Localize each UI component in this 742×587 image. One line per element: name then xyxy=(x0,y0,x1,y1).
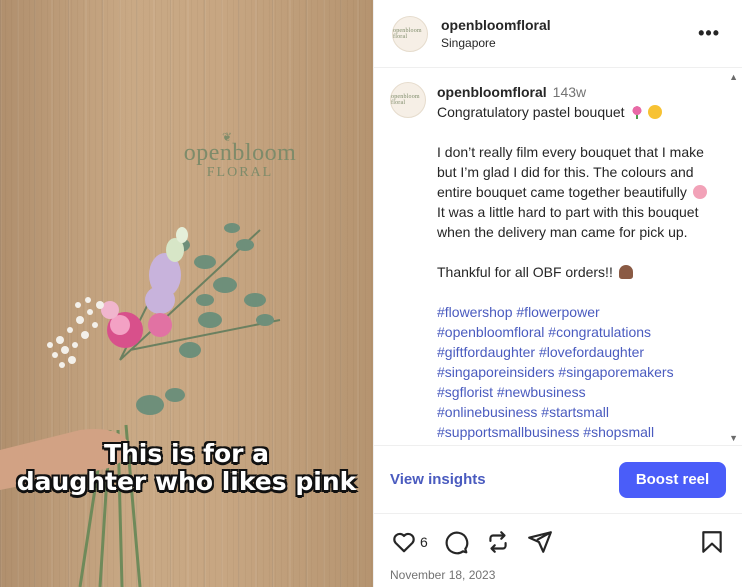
header-location[interactable]: Singapore xyxy=(441,36,694,50)
caption-time: 143w xyxy=(552,84,587,100)
comments-area[interactable]: ▲ openbloom floral openbloomfloral 143w C… xyxy=(374,68,742,445)
repost-icon[interactable] xyxy=(484,528,512,556)
heart-face-emoji xyxy=(692,185,707,199)
caption-overlay-line1: This is for a xyxy=(103,439,270,468)
caption-overlay-line2: daughter who likes pink xyxy=(16,467,357,496)
insights-bar: View insights Boost reel xyxy=(374,445,742,513)
instagram-post-view: ❦ openbloom FLORAL This is for a daughte… xyxy=(0,0,742,587)
more-icon[interactable]: ••• xyxy=(694,19,724,48)
hashtag-link[interactable]: #singaporemakers xyxy=(558,364,673,380)
scroll-down-icon[interactable]: ▼ xyxy=(729,433,738,443)
caption-paragraph1: I don’t really film every bouquet that I… xyxy=(437,144,704,200)
bouquet-illustration xyxy=(0,223,281,587)
hashtag-link[interactable]: #flowerpower xyxy=(516,304,599,320)
heart-icon[interactable] xyxy=(390,528,418,556)
hashtag-link[interactable]: #newbusiness xyxy=(497,384,586,400)
action-icon-row: 6 xyxy=(390,524,726,560)
reel-caption-overlay: This is for a daughter who likes pink xyxy=(0,440,373,496)
caption-body: openbloomfloral 143w Congratulatory paste… xyxy=(437,82,717,442)
hashtag-link[interactable]: #congratulations xyxy=(548,324,651,340)
avatar[interactable]: openbloom floral xyxy=(392,15,428,52)
hashtag-link[interactable]: #lovefordaughter xyxy=(539,344,644,360)
hashtag-link[interactable]: #giftfordaughter xyxy=(437,344,535,360)
caption-paragraph2: Thankful for all OBF orders!! xyxy=(437,264,613,280)
brown-heart-emoji xyxy=(618,265,633,279)
post-header: openbloom floral openbloomfloral Singapo… xyxy=(374,0,742,68)
post-date: November 18, 2023 xyxy=(390,568,496,582)
caption-title: Congratulatory pastel bouquet xyxy=(437,104,625,120)
scroll-up-icon[interactable]: ▲ xyxy=(729,72,738,82)
caption-text: Congratulatory pastel bouquet I don’t re… xyxy=(437,102,717,442)
comment-icon[interactable] xyxy=(442,528,470,556)
header-text: openbloomfloral Singapore xyxy=(441,17,694,50)
reel-media[interactable]: ❦ openbloom FLORAL This is for a daughte… xyxy=(0,0,373,587)
caption-username[interactable]: openbloomfloral xyxy=(437,84,547,100)
like-count[interactable]: 6 xyxy=(420,534,428,550)
post-footer: 6 November 18, 2023 xyxy=(374,513,742,587)
caption-paragraph1-end: It was a little hard to part with this b… xyxy=(437,204,699,240)
hashtag-link[interactable]: #onlinebusiness xyxy=(437,404,537,420)
avatar-text: openbloom floral xyxy=(393,27,422,40)
hashtag-link[interactable]: #startsmall xyxy=(541,404,609,420)
header-username[interactable]: openbloomfloral xyxy=(441,17,694,33)
hashtag-link[interactable]: #shopsmall xyxy=(583,424,654,440)
tulip-emoji xyxy=(630,105,645,119)
hashtag-link[interactable]: #sgflorist xyxy=(437,384,493,400)
caption-row: openbloom floral openbloomfloral 143w Con… xyxy=(390,82,718,442)
post-side-panel: openbloom floral openbloomfloral Singapo… xyxy=(373,0,742,587)
face-emoji xyxy=(648,105,663,119)
hashtag-link[interactable]: #supportsmallbusiness xyxy=(437,424,579,440)
boost-reel-button[interactable]: Boost reel xyxy=(619,461,726,498)
bookmark-icon[interactable] xyxy=(698,528,726,556)
hashtag-link[interactable]: #openbloomfloral xyxy=(437,324,544,340)
caption-avatar-text: openbloom floral xyxy=(391,94,420,106)
hashtag-list: #flowershop #flowerpower #openbloomflora… xyxy=(437,302,717,442)
caption-avatar[interactable]: openbloom floral xyxy=(390,82,426,118)
view-insights-link[interactable]: View insights xyxy=(390,471,486,488)
share-icon[interactable] xyxy=(526,528,554,556)
hashtag-link[interactable]: #flowershop xyxy=(437,304,513,320)
hashtag-link[interactable]: #singaporeinsiders xyxy=(437,364,555,380)
